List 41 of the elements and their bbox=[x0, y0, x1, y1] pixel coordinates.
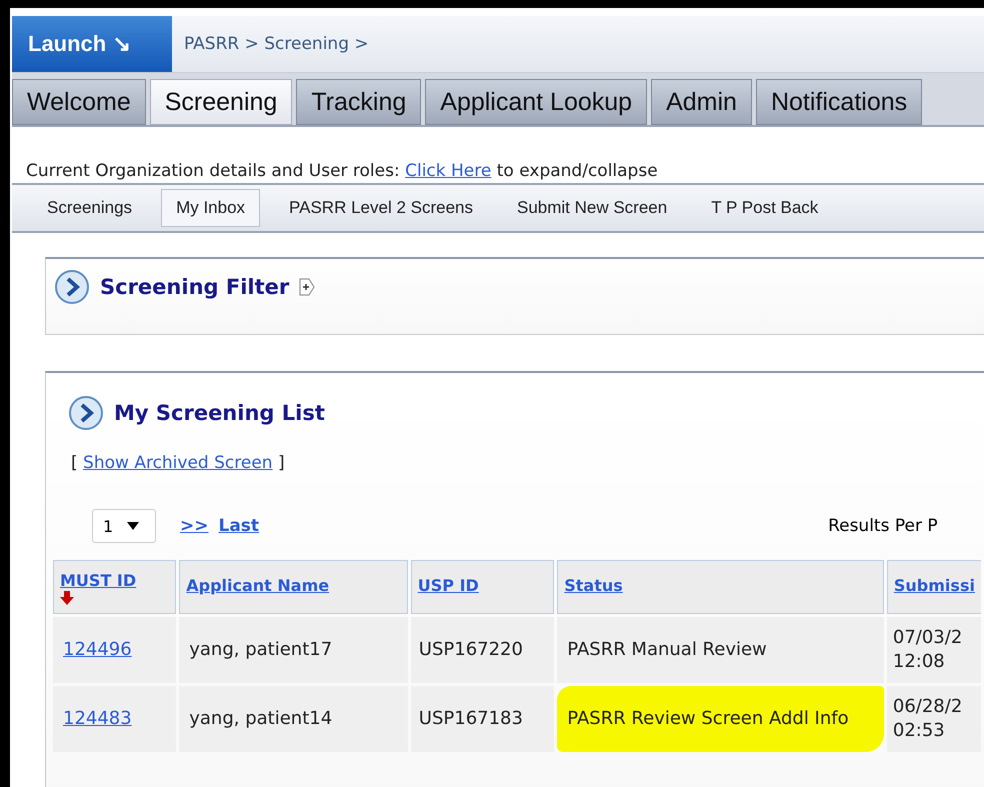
results-per-page-label: Results Per P bbox=[828, 516, 938, 536]
bracket-text: [ bbox=[71, 453, 78, 473]
sub-tab[interactable]: Submit New Screen bbox=[502, 189, 682, 227]
arrow-circle-icon[interactable] bbox=[54, 269, 90, 305]
table-cell: USP167183 bbox=[410, 686, 554, 752]
table-cell: PASRR Manual Review bbox=[557, 617, 884, 683]
column-header-link[interactable]: Status bbox=[564, 576, 623, 595]
last-link[interactable]: Last bbox=[218, 516, 260, 536]
table-cell: USP167220 bbox=[410, 617, 554, 683]
click-here-link[interactable]: Click Here bbox=[405, 161, 492, 181]
nav-tab[interactable]: Tracking bbox=[296, 79, 422, 125]
sub-tab[interactable]: My Inbox bbox=[161, 189, 260, 227]
record-number-link[interactable]: 124496 bbox=[63, 639, 132, 660]
record-number-link[interactable]: 124483 bbox=[63, 708, 132, 729]
expand-icon[interactable] bbox=[299, 278, 316, 296]
next-link[interactable]: >> bbox=[180, 516, 208, 536]
table-cell: 06/28/2 02:53 bbox=[886, 686, 981, 752]
nav-tab[interactable]: Admin bbox=[651, 79, 752, 125]
arrow-circle-icon[interactable] bbox=[68, 395, 104, 431]
column-header-link[interactable]: USP ID bbox=[418, 576, 479, 595]
launch-button[interactable]: Launch ↘ bbox=[12, 16, 172, 72]
table-cell: 07/03/2 12:08 bbox=[886, 617, 981, 683]
bracket-text: ] bbox=[278, 453, 285, 473]
sub-tab[interactable]: PASRR Level 2 Screens bbox=[274, 189, 488, 227]
org-details-text: Current Organization details and User roles: Click Here to expand/collapse bbox=[26, 161, 659, 181]
panel-title: My Screening List bbox=[114, 401, 325, 425]
nav-tab[interactable]: Welcome bbox=[12, 79, 146, 125]
table-cell: yang, patient14 bbox=[179, 686, 408, 752]
sort-down-icon bbox=[60, 591, 74, 605]
panel-title: Screening Filter bbox=[100, 275, 290, 299]
nav-tab[interactable]: Screening bbox=[150, 79, 292, 125]
table-cell: yang, patient17 bbox=[179, 617, 408, 683]
caret-icon bbox=[127, 522, 140, 530]
sub-tab[interactable]: Screenings bbox=[32, 189, 148, 227]
show-archived-link[interactable]: Show Archived Screen bbox=[83, 453, 273, 473]
page-select[interactable]: 1 bbox=[92, 509, 156, 543]
nav-tab[interactable]: Applicant Lookup bbox=[425, 79, 648, 125]
table-cell: PASRR Review Screen Addl Info bbox=[557, 686, 884, 752]
breadcrumb: PASRR > Screening > bbox=[183, 34, 369, 54]
nav-tab[interactable]: Notifications bbox=[756, 79, 922, 125]
sub-tab[interactable]: T P Post Back bbox=[696, 189, 834, 227]
